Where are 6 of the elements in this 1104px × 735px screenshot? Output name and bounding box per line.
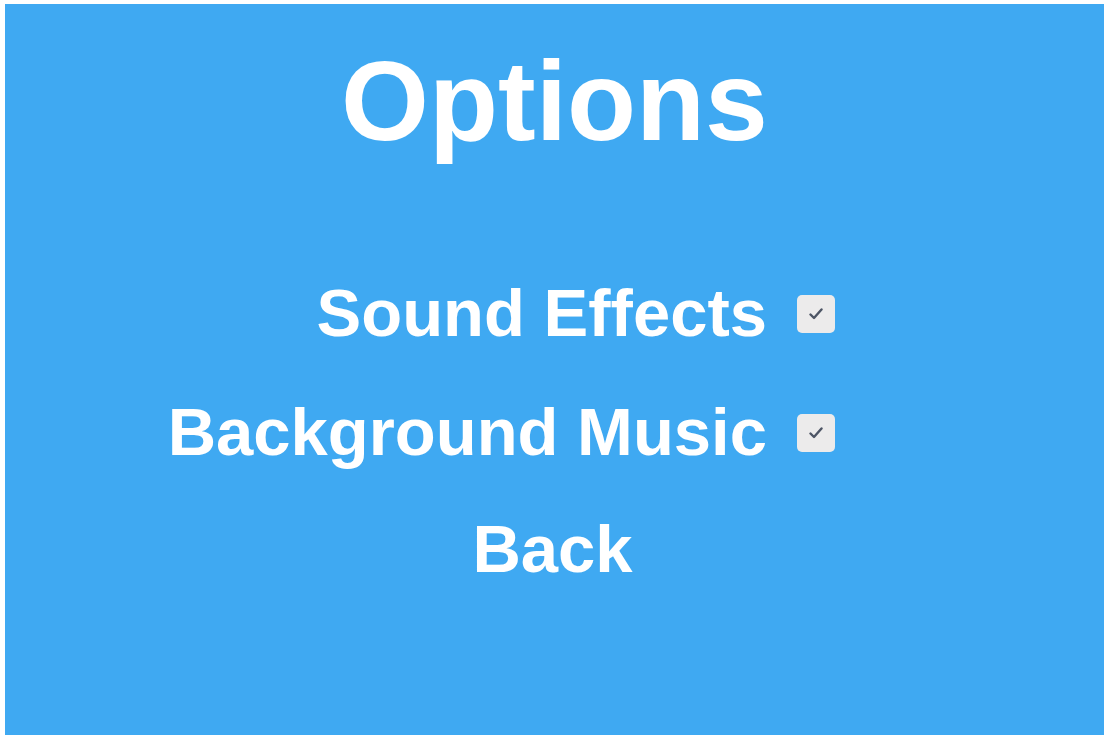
check-icon (809, 427, 823, 440)
option-label: Sound Effects (316, 278, 768, 346)
back-button[interactable]: Back (472, 514, 633, 582)
checkbox[interactable] (797, 414, 835, 453)
check-icon (809, 308, 823, 321)
checkbox[interactable] (797, 295, 835, 334)
